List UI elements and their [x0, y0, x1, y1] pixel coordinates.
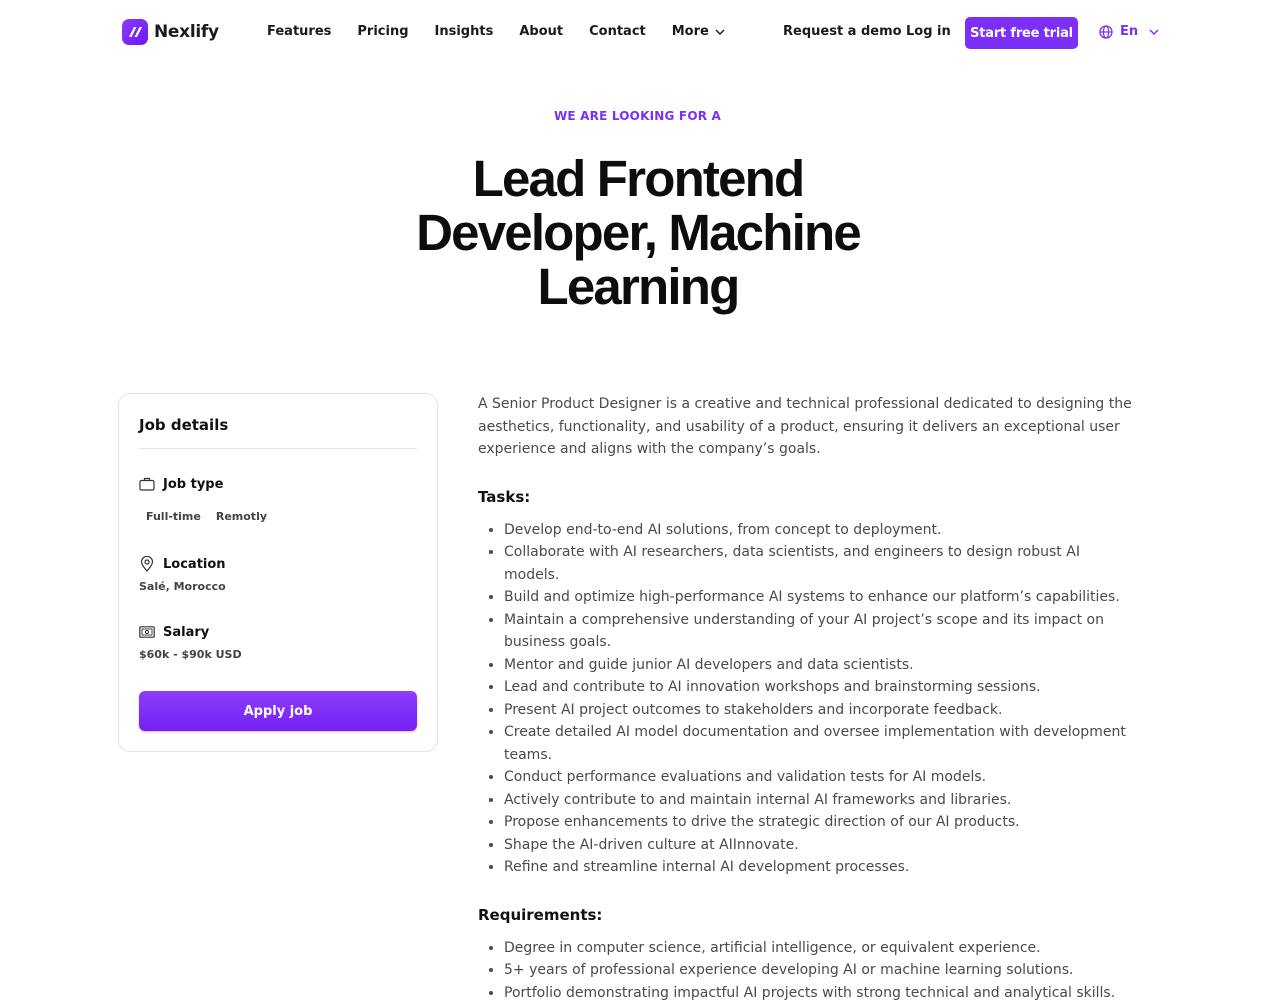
brand-logo[interactable]: Nexlify — [122, 19, 219, 45]
globe-icon — [1099, 25, 1113, 39]
map-pin-icon — [139, 556, 155, 572]
apply-job-button[interactable]: Apply job — [139, 691, 417, 731]
list-item: Mentor and guide junior AI developers an… — [504, 654, 1138, 677]
job-type-label: Job type — [163, 477, 223, 492]
list-item: Lead and contribute to AI innovation wor… — [504, 676, 1138, 699]
job-type-heading: Job type — [139, 476, 223, 492]
nav-more-label: More — [672, 24, 709, 39]
requirements-heading: Requirements: — [478, 906, 1138, 924]
list-item: Refine and streamline internal AI develo… — [504, 856, 1138, 879]
list-item: Propose enhancements to drive the strate… — [504, 811, 1138, 834]
list-item: Shape the AI-driven culture at AIInnovat… — [504, 834, 1138, 857]
list-item: Create detailed AI model documentation a… — [504, 721, 1138, 766]
logo-icon — [122, 19, 148, 45]
list-item: Conduct performance evaluations and vali… — [504, 766, 1138, 789]
nav-contact[interactable]: Contact — [589, 24, 646, 39]
briefcase-icon — [139, 476, 155, 492]
nav-pricing[interactable]: Pricing — [357, 24, 408, 39]
salary-heading: Salary — [139, 624, 209, 640]
job-description: A Senior Product Designer is a creative … — [478, 393, 1138, 1004]
tasks-heading: Tasks: — [478, 488, 1138, 506]
location-heading: Location — [139, 556, 226, 572]
job-type-tag: Remotly — [216, 510, 267, 523]
list-item: Build and optimize high-performance AI s… — [504, 586, 1138, 609]
site-header: Nexlify Features Pricing Insights About … — [0, 0, 1275, 64]
chevron-down-icon — [715, 29, 725, 35]
start-free-trial-button[interactable]: Start free trial — [965, 17, 1078, 49]
job-details-title: Job details — [139, 416, 228, 434]
nav-insights[interactable]: Insights — [435, 24, 494, 39]
requirements-list: Degree in computer science, artificial i… — [478, 937, 1138, 1004]
divider — [139, 448, 417, 449]
nav-features[interactable]: Features — [267, 24, 331, 39]
list-item: Present AI project outcomes to stakehold… — [504, 699, 1138, 722]
list-item: Collaborate with AI researchers, data sc… — [504, 541, 1138, 586]
list-item: 5+ years of professional experience deve… — [504, 959, 1138, 982]
list-item: Portfolio demonstrating impactful AI pro… — [504, 982, 1138, 1004]
location-value: Salé, Morocco — [139, 580, 226, 593]
language-selector[interactable]: En — [1099, 24, 1159, 39]
tasks-list: Develop end-to-end AI solutions, from co… — [478, 519, 1138, 879]
job-details-card: Job details Job type Full-time Remotly L… — [118, 393, 438, 752]
hero-eyebrow: WE ARE LOOKING FOR A — [0, 109, 1275, 123]
brand-name: Nexlify — [154, 22, 219, 42]
nav-about[interactable]: About — [519, 24, 563, 39]
request-demo-link[interactable]: Request a demo — [783, 24, 902, 39]
salary-label: Salary — [163, 625, 209, 640]
location-label: Location — [163, 557, 226, 572]
list-item: Maintain a comprehensive understanding o… — [504, 609, 1138, 654]
chevron-down-icon — [1149, 29, 1159, 35]
language-label: En — [1120, 24, 1138, 39]
job-title: Lead Frontend Developer, Machine Learnin… — [388, 152, 888, 314]
job-type-tags: Full-time Remotly — [146, 510, 282, 523]
job-type-tag: Full-time — [146, 510, 201, 523]
login-link[interactable]: Log in — [906, 24, 951, 39]
list-item: Actively contribute to and maintain inte… — [504, 789, 1138, 812]
list-item: Develop end-to-end AI solutions, from co… — [504, 519, 1138, 542]
salary-value: $60k - $90k USD — [139, 648, 242, 661]
list-item: Degree in computer science, artificial i… — [504, 937, 1138, 960]
nav-more[interactable]: More — [672, 24, 725, 39]
job-intro: A Senior Product Designer is a creative … — [478, 393, 1138, 461]
cash-icon — [139, 624, 155, 640]
main-nav: Features Pricing Insights About Contact … — [267, 24, 751, 39]
